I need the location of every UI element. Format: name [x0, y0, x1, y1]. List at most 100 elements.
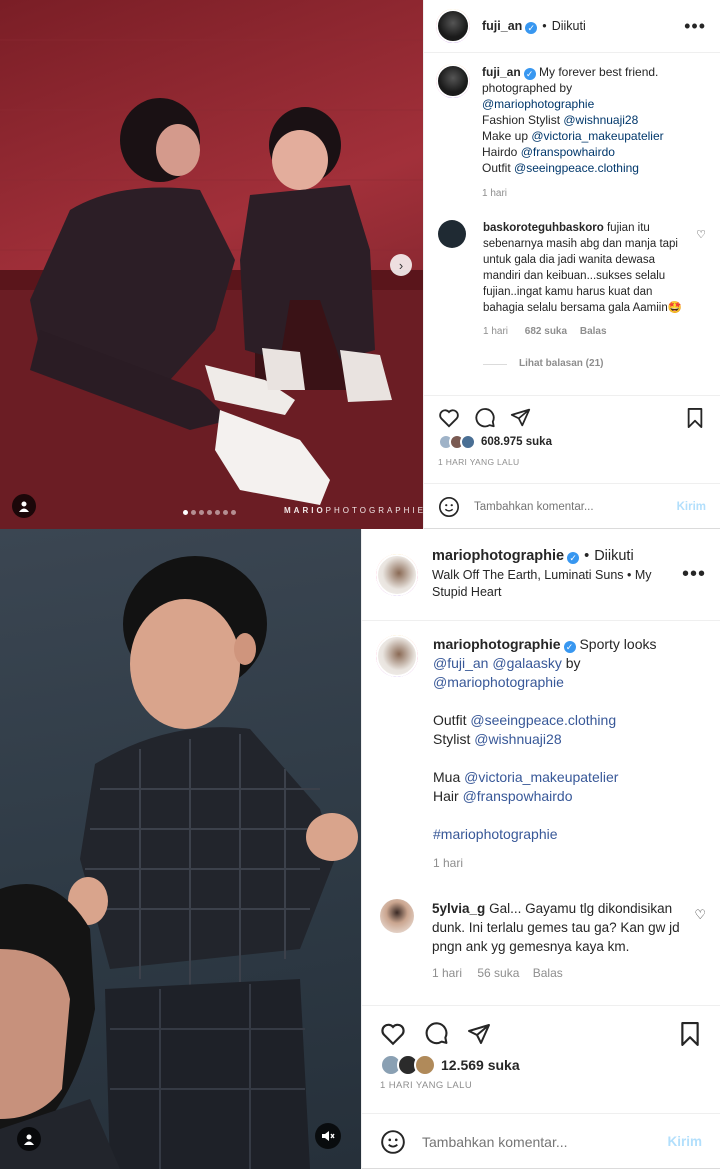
comment-text: fujian itu sebenarnya masih abg dan manj… — [483, 222, 683, 314]
caption-text: photographed by — [482, 81, 573, 95]
follow-status[interactable]: Diikuti — [552, 19, 586, 33]
carousel-dot — [183, 510, 188, 515]
post-2-sidebar: mariophotographie ✓ • Diikuti Walk Off The … — [361, 529, 720, 1169]
caption-username[interactable]: fuji_an — [482, 65, 521, 79]
likes-count[interactable]: 12.569 suka — [441, 1057, 520, 1073]
likes-row[interactable]: 608.975 suka — [438, 434, 552, 450]
emoji-icon[interactable] — [380, 1129, 406, 1155]
reply-button[interactable]: Balas — [580, 326, 607, 337]
caption-label: Make up — [482, 129, 529, 143]
comment-like-icon[interactable]: ♡ — [696, 228, 706, 241]
emoji-icon[interactable] — [438, 496, 460, 518]
mention-link[interactable]: @wishnuaji28 — [563, 113, 638, 127]
comment-icon[interactable] — [424, 1021, 449, 1046]
mention-link[interactable]: @franspowhairdo — [521, 145, 615, 159]
avatar[interactable] — [376, 553, 418, 596]
follow-status[interactable]: Diikuti — [594, 548, 633, 564]
comment-input[interactable] — [422, 1133, 642, 1150]
caption-label: Fashion Stylist — [482, 113, 561, 127]
comment-icon[interactable] — [474, 407, 496, 429]
avatar[interactable] — [376, 635, 418, 677]
avatar[interactable] — [436, 9, 470, 43]
heart-icon[interactable] — [438, 408, 460, 428]
mute-button[interactable] — [315, 1123, 341, 1149]
verified-badge-icon: ✓ — [563, 641, 576, 653]
post-1-photo[interactable]: › MARIOPHOTOGRAPHIE — [0, 0, 423, 529]
more-options-icon[interactable]: ••• — [682, 563, 706, 586]
tag-people-button[interactable] — [12, 494, 36, 518]
carousel-dot — [215, 510, 220, 515]
caption-label: Hairdo — [482, 145, 518, 159]
header-username[interactable]: mariophotographie — [432, 548, 564, 564]
mention-link[interactable]: @victoria_makeupatelier — [531, 129, 663, 143]
chevron-right-icon: › — [398, 257, 404, 273]
verified-badge-icon: ✓ — [567, 552, 580, 564]
caption-label: Mua — [433, 769, 461, 785]
tag-people-button[interactable] — [17, 1127, 41, 1151]
carousel-dot — [223, 510, 228, 515]
comment: baskoroteguhbaskoro fujian itu sebenarny… — [424, 220, 720, 372]
likes-count[interactable]: 608.975 suka — [481, 436, 552, 448]
mention-link[interactable]: @wishnuaji28 — [474, 731, 561, 747]
verified-badge-icon: ✓ — [525, 21, 538, 34]
audio-track[interactable]: Walk Off The Earth, Luminati Suns • My S… — [432, 567, 672, 601]
mention-link[interactable]: @seeingpeace.clothing — [514, 161, 639, 175]
avatar — [460, 434, 476, 450]
carousel-dots — [183, 510, 236, 515]
post-date[interactable]: 1 HARI YANG LALU — [438, 457, 520, 467]
send-button[interactable]: Kirim — [667, 1134, 702, 1149]
post-2-video-illustration — [0, 556, 358, 1169]
caption-text: by — [565, 655, 581, 671]
heart-icon[interactable] — [380, 1022, 406, 1046]
post-2-video[interactable] — [0, 529, 361, 1169]
caption-text: Sporty looks — [579, 636, 657, 652]
more-options-icon[interactable]: ••• — [684, 16, 706, 37]
avatar[interactable] — [438, 220, 466, 248]
share-icon[interactable] — [467, 1022, 491, 1046]
bookmark-icon[interactable] — [680, 1021, 700, 1046]
post-2-caption: mariophotographie ✓ Sporty looks @fuji_an… — [362, 635, 720, 873]
post-2-header: mariophotographie ✓ • Diikuti Walk Off The … — [362, 529, 720, 621]
mention-link[interactable]: @mariophotographie — [482, 97, 594, 111]
header-username[interactable]: fuji_an — [482, 19, 522, 33]
avatar[interactable] — [436, 64, 470, 98]
mention-link[interactable]: @fuji_an — [433, 655, 488, 671]
share-icon[interactable] — [510, 407, 531, 428]
mute-icon — [322, 1131, 335, 1141]
post-1-header: fuji_an ✓ • Diikuti ••• — [424, 0, 720, 53]
comment-box: Kirim — [362, 1113, 720, 1169]
post-1-caption: fuji_an ✓ My forever best friend. photogr… — [424, 64, 720, 202]
caption-text: My forever best friend. — [539, 65, 659, 79]
mention-link[interactable]: @galaasky — [492, 655, 561, 671]
mention-link[interactable]: @seeingpeace.clothing — [470, 712, 616, 728]
caption-username[interactable]: mariophotographie — [433, 636, 561, 652]
mention-link[interactable]: @franspowhairdo — [463, 788, 573, 804]
comment-likes[interactable]: 682 suka — [525, 326, 567, 337]
comment-username[interactable]: baskoroteguhbaskoro — [483, 222, 604, 234]
comment-time: 1 hari — [483, 326, 509, 337]
user-tag-icon — [19, 501, 29, 512]
comment-input[interactable] — [474, 500, 664, 513]
separator-dot: • — [542, 18, 547, 33]
separator-dot: • — [584, 548, 590, 564]
photo-watermark: MARIOPHOTOGRAPHIE — [284, 506, 423, 515]
carousel-dot — [207, 510, 212, 515]
carousel-next-button[interactable]: › — [390, 254, 412, 276]
view-replies-button[interactable]: Lihat balasan (21) — [483, 356, 693, 372]
comment-likes[interactable]: 56 suka — [477, 966, 519, 980]
post-1-photo-illustration — [0, 39, 423, 529]
send-button[interactable]: Kirim — [677, 501, 706, 513]
bookmark-icon[interactable] — [686, 407, 704, 428]
caption-label: Hair — [433, 788, 459, 804]
reply-button[interactable]: Balas — [533, 966, 563, 980]
avatar[interactable] — [380, 899, 414, 933]
likes-row[interactable]: 12.569 suka — [380, 1054, 520, 1076]
post-date[interactable]: 1 HARI YANG LALU — [380, 1080, 472, 1091]
hashtag-link[interactable]: #mariophotographie — [433, 826, 558, 842]
caption-label: Stylist — [433, 731, 471, 747]
mention-link[interactable]: @mariophotographie — [433, 674, 564, 690]
comment-like-icon[interactable]: ♡ — [694, 907, 706, 923]
comment-username[interactable]: 5ylvia_g — [432, 901, 485, 916]
mention-link[interactable]: @victoria_makeupatelier — [464, 769, 618, 785]
post-2-actions — [362, 1005, 720, 1061]
